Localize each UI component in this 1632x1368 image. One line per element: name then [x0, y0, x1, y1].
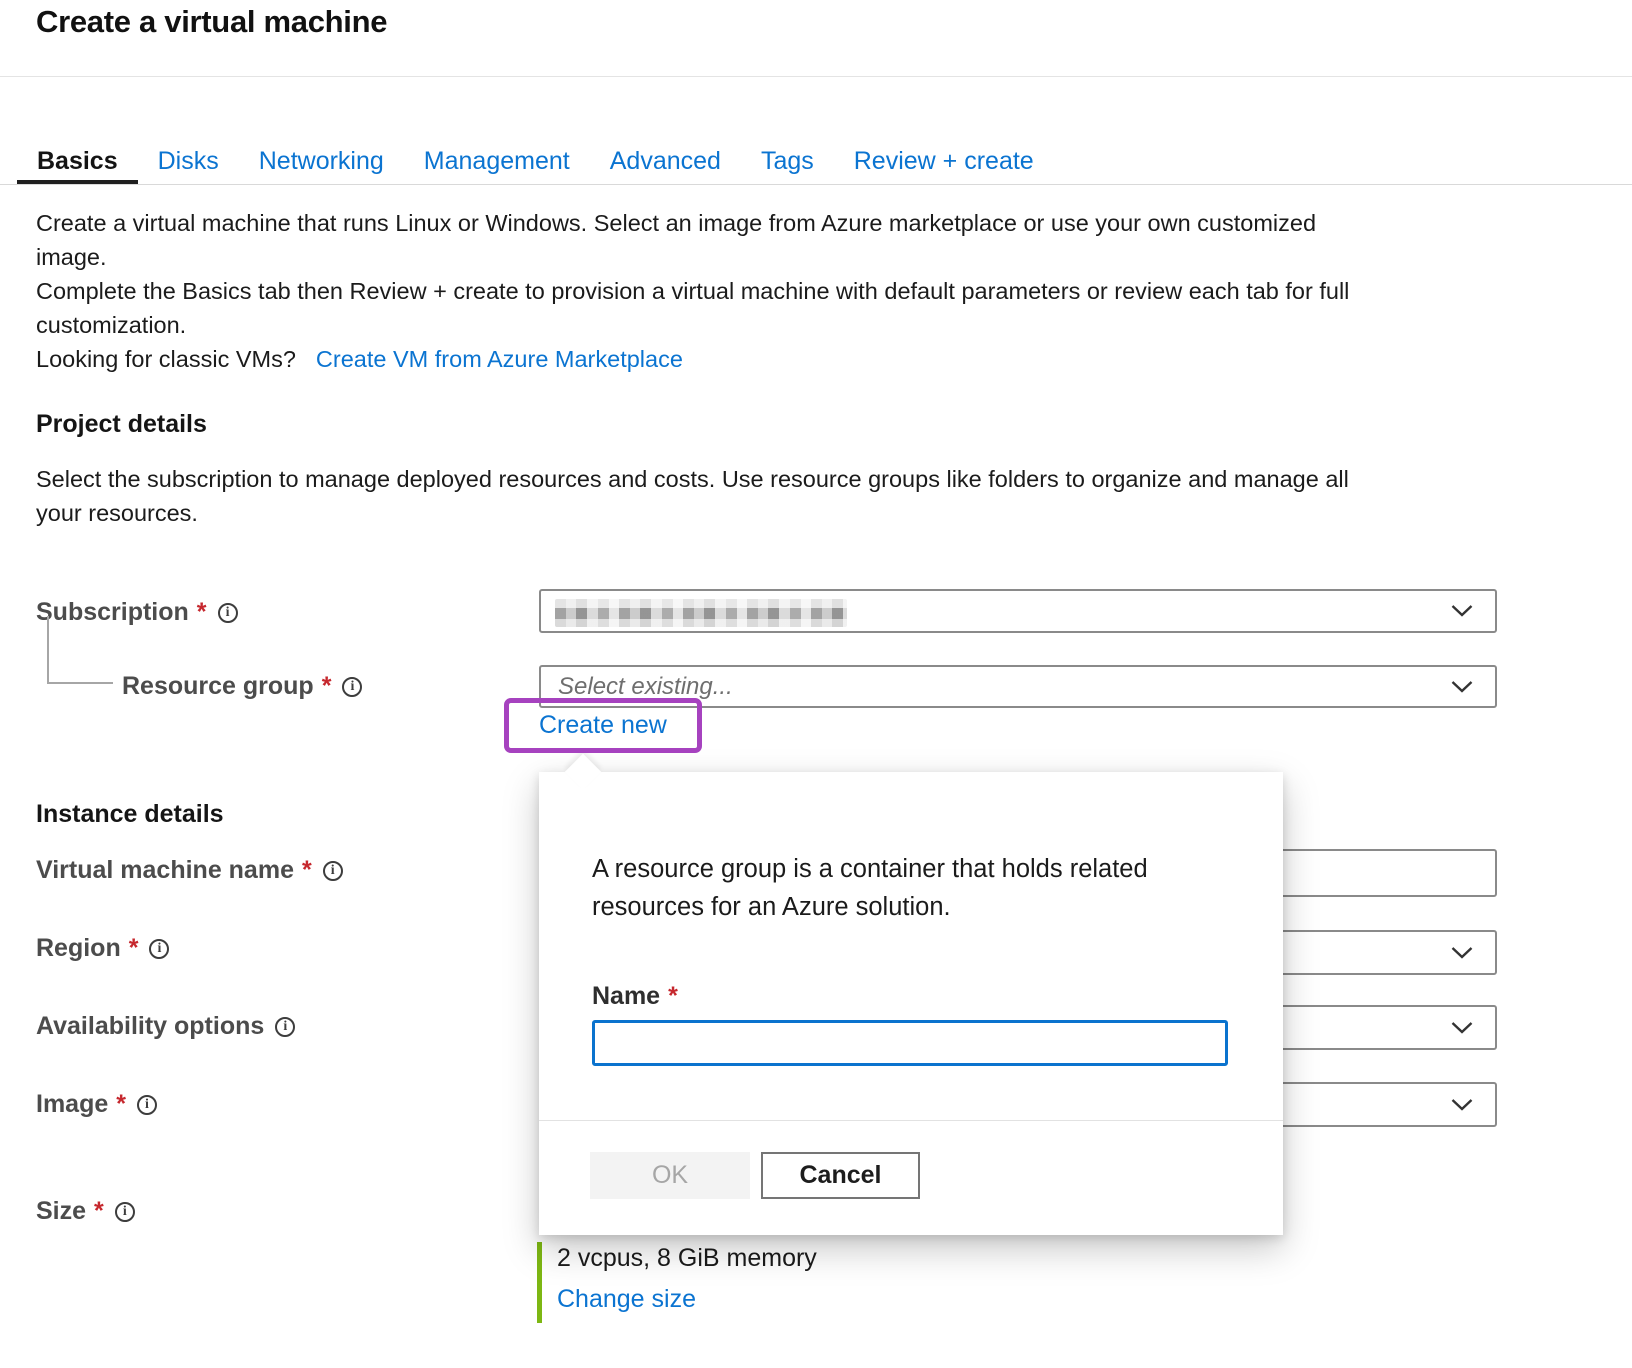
required-marker: * — [322, 672, 332, 701]
intro-paragraph-1: Create a virtual machine that runs Linux… — [36, 206, 1349, 274]
info-icon[interactable] — [342, 677, 362, 697]
classic-vm-question: Looking for classic VMs? — [36, 346, 296, 372]
intro-text: Create a virtual machine that runs Linux… — [36, 206, 1349, 376]
tab-review-create[interactable]: Review + create — [834, 138, 1054, 184]
ok-button[interactable]: OK — [590, 1152, 750, 1199]
info-icon[interactable] — [218, 603, 238, 623]
info-icon[interactable] — [275, 1017, 295, 1037]
subscription-dropdown[interactable] — [539, 589, 1497, 633]
region-label: Region * — [36, 934, 169, 963]
cancel-button[interactable]: Cancel — [761, 1152, 920, 1199]
intro-paragraph-2: Complete the Basics tab then Review + cr… — [36, 274, 1349, 342]
availability-options-label: Availability options — [36, 1012, 295, 1041]
tab-management[interactable]: Management — [404, 138, 590, 184]
image-label: Image * — [36, 1090, 157, 1119]
chevron-down-icon — [1451, 680, 1473, 693]
popup-name-label-text: Name — [592, 982, 660, 1011]
info-icon[interactable] — [115, 1202, 135, 1222]
chevron-down-icon — [1451, 1098, 1473, 1111]
required-marker: * — [197, 598, 207, 627]
required-marker: * — [668, 982, 678, 1011]
tab-tags[interactable]: Tags — [741, 138, 834, 184]
resource-group-label-text: Resource group — [122, 672, 314, 701]
classic-vm-line: Looking for classic VMs? Create VM from A… — [36, 342, 1349, 376]
vm-name-label: Virtual machine name * — [36, 856, 343, 885]
subscription-label-text: Subscription — [36, 598, 189, 627]
tab-advanced[interactable]: Advanced — [590, 138, 741, 184]
redacted-subscription-value — [555, 599, 847, 627]
chevron-down-icon — [1451, 1021, 1473, 1034]
image-label-text: Image — [36, 1090, 108, 1119]
create-vm-page: Create a virtual machine Basics Disks Ne… — [0, 0, 1632, 1368]
region-label-text: Region — [36, 934, 121, 963]
project-details-description: Select the subscription to manage deploy… — [36, 462, 1349, 530]
availability-options-label-text: Availability options — [36, 1012, 264, 1041]
resource-group-dropdown[interactable]: Select existing... — [539, 665, 1497, 708]
tab-disks[interactable]: Disks — [138, 138, 239, 184]
change-size-link[interactable]: Change size — [557, 1285, 696, 1314]
popup-footer-divider — [539, 1120, 1283, 1121]
tree-connector-vertical — [47, 616, 49, 684]
tab-networking[interactable]: Networking — [239, 138, 404, 184]
info-icon[interactable] — [149, 939, 169, 959]
chevron-down-icon — [1451, 605, 1473, 618]
page-title: Create a virtual machine — [36, 4, 387, 40]
vm-name-label-text: Virtual machine name — [36, 856, 294, 885]
required-marker: * — [129, 934, 139, 963]
size-label: Size * — [36, 1197, 135, 1226]
info-icon[interactable] — [137, 1095, 157, 1115]
chevron-down-icon — [1451, 946, 1473, 959]
popup-description: A resource group is a container that hol… — [592, 850, 1247, 926]
required-marker: * — [116, 1090, 126, 1119]
size-specs-text: 2 vcpus, 8 GiB memory — [557, 1244, 817, 1273]
resource-group-placeholder: Select existing... — [541, 673, 733, 701]
create-resource-group-popup: A resource group is a container that hol… — [539, 772, 1283, 1235]
tab-bar-divider — [0, 184, 1632, 185]
required-marker: * — [94, 1197, 104, 1226]
tab-basics[interactable]: Basics — [17, 138, 138, 184]
resource-group-label: Resource group * — [122, 672, 362, 701]
popup-name-input[interactable] — [592, 1020, 1228, 1066]
create-new-link[interactable]: Create new — [539, 711, 667, 740]
tab-bar: Basics Disks Networking Management Advan… — [17, 138, 1054, 184]
header-divider — [0, 76, 1632, 77]
subscription-label: Subscription * — [36, 598, 238, 627]
create-vm-marketplace-link[interactable]: Create VM from Azure Marketplace — [316, 346, 683, 372]
popup-name-label: Name * — [592, 982, 678, 1011]
required-marker: * — [302, 856, 312, 885]
size-accent-bar — [537, 1242, 542, 1323]
tree-connector-horizontal — [47, 682, 113, 684]
size-label-text: Size — [36, 1197, 86, 1226]
project-details-heading: Project details — [36, 410, 207, 439]
instance-details-heading: Instance details — [36, 800, 224, 829]
info-icon[interactable] — [323, 861, 343, 881]
